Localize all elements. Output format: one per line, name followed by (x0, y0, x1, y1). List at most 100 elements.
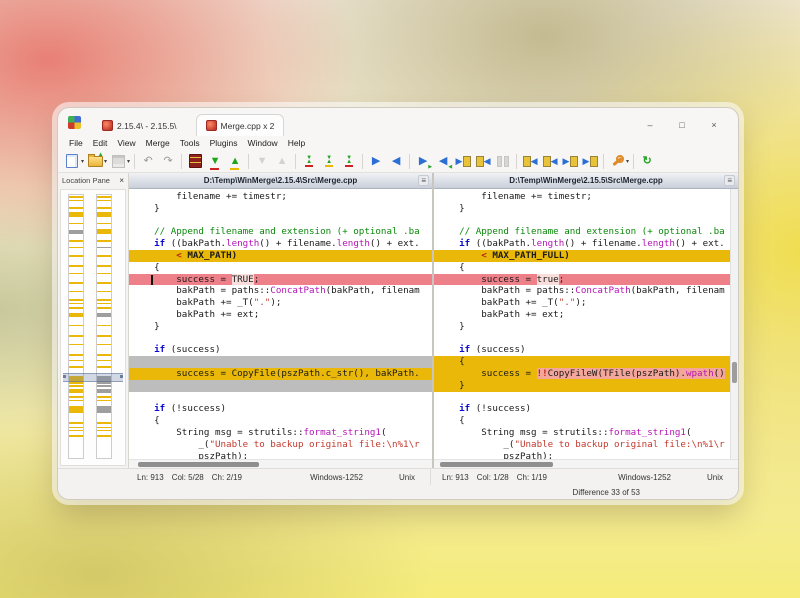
diff-stripe (69, 366, 83, 368)
copy-to-left-icon: ◀ (523, 155, 538, 168)
diff-stripe (69, 247, 83, 248)
options-button[interactable] (607, 152, 627, 171)
header-menu-icon[interactable]: ≡ (724, 175, 735, 186)
copy-left-button[interactable]: ◀ (386, 152, 406, 171)
horizontal-scrollbar-left[interactable] (129, 459, 432, 468)
diff-stripe (69, 354, 83, 356)
diff-stripe (69, 265, 83, 267)
last-difference-button[interactable]: ▼▲ (339, 152, 359, 171)
file-path-right: D:\Temp\WinMerge\2.15.5\Src\Merge.cpp (509, 176, 663, 185)
location-column-right[interactable] (96, 194, 112, 459)
status-right: Ln: 913 Col: 1/28 Ch: 1/19 Windows-1252 … (433, 469, 738, 485)
diff-stripe (97, 214, 111, 217)
code-line: if (!success) (434, 403, 730, 415)
code-line: if (success) (129, 344, 432, 356)
copy-to-right-icon: ▶ (583, 155, 598, 168)
diff-stripe (69, 240, 83, 242)
code-editor-right[interactable]: filename += timestr; } // Append filenam… (434, 189, 730, 459)
menu-file[interactable]: File (64, 137, 88, 149)
scrollbar-thumb[interactable] (440, 462, 552, 467)
file-compare-button[interactable] (185, 152, 205, 171)
next-difference-button[interactable]: ▼ (205, 152, 225, 171)
previous-difference-button[interactable]: ▲ (225, 152, 245, 171)
diff-stripe (69, 435, 83, 437)
menu-plugins[interactable]: Plugins (205, 137, 243, 149)
scrollbar-thumb[interactable] (138, 462, 259, 467)
encoding-indicator: Windows-1252 (306, 473, 367, 482)
line-indicator: Ln: 913 (133, 473, 168, 482)
save-button[interactable] (108, 152, 128, 171)
code-line (129, 333, 432, 345)
copy-right-advance-button[interactable]: ▶▶ (413, 152, 433, 171)
folder-compare-tab-icon (102, 120, 113, 131)
new-file-button[interactable] (62, 152, 82, 171)
copy-all-left-button[interactable]: ◀ (473, 152, 493, 171)
scrollbar-thumb[interactable] (732, 362, 737, 384)
auto-merge-button[interactable] (493, 152, 513, 171)
save-icon (112, 155, 125, 168)
toolbar-separator (134, 154, 135, 169)
diff-stripe (97, 427, 111, 428)
copy-left-advance-button[interactable]: ◀◀ (433, 152, 453, 171)
diff-stripe (97, 200, 111, 201)
diff-stripe (97, 247, 111, 248)
previous-conflict-button[interactable]: ▲ (272, 152, 292, 171)
menu-view[interactable]: View (112, 137, 140, 149)
code-line: if (!success) (129, 403, 432, 415)
first-difference-icon: ▼▲ (305, 156, 313, 167)
code-line: String msg = strutils::format_string1( (129, 427, 432, 439)
tab-label: Merge.cpp x 2 (221, 121, 275, 131)
auto-merge-icon (497, 156, 509, 167)
main-status-bar: Difference 33 of 53 (58, 485, 738, 499)
diff-stripe (97, 307, 111, 309)
undo-button[interactable]: ↶ (138, 152, 158, 171)
location-view-indicator[interactable] (63, 373, 123, 382)
current-difference-button[interactable]: ▼▲ (319, 152, 339, 171)
copy-from-left-button[interactable]: ◀ (540, 152, 560, 171)
code-line: bakPath += _T("."); (129, 297, 432, 309)
file-compare-tab-icon (206, 120, 217, 131)
code-editor-left[interactable]: filename += timestr; } // Append filenam… (129, 189, 432, 459)
status-left: Ln: 913 Col: 5/28 Ch: 2/19 Windows-1252 … (128, 469, 431, 485)
close-button[interactable]: × (698, 120, 730, 130)
redo-button[interactable]: ↷ (158, 152, 178, 171)
vertical-scrollbar-right[interactable] (730, 189, 738, 459)
diff-stripe (97, 385, 111, 387)
code-line: pszPath); (434, 451, 730, 459)
copy-from-right-icon: ▶ (563, 155, 578, 168)
refresh-button[interactable]: ↻ (637, 152, 657, 171)
open-button[interactable] (85, 152, 105, 171)
pane-status-bar: Ln: 913 Col: 5/28 Ch: 2/19 Windows-1252 … (58, 468, 738, 485)
location-column-left[interactable] (68, 194, 84, 459)
previous-difference-icon: ▲ (230, 156, 241, 167)
copy-from-right-button[interactable]: ▶ (560, 152, 580, 171)
diff-stripe (69, 389, 83, 393)
menu-window[interactable]: Window (242, 137, 282, 149)
new-file-icon (66, 154, 78, 168)
copy-all-right-button[interactable]: ▶ (453, 152, 473, 171)
next-conflict-button[interactable]: ▼ (252, 152, 272, 171)
code-line: bakPath = paths::ConcatPath(bakPath, fil… (434, 285, 730, 297)
first-difference-button[interactable]: ▼▲ (299, 152, 319, 171)
location-pane-close-icon[interactable]: × (119, 176, 124, 185)
copy-right-button[interactable]: ▶ (366, 152, 386, 171)
code-line: < MAX_PATH_FULL) (434, 250, 730, 262)
header-menu-icon[interactable]: ≡ (418, 175, 429, 186)
copy-to-left-button[interactable]: ◀ (520, 152, 540, 171)
menu-help[interactable]: Help (283, 137, 310, 149)
menu-tools[interactable]: Tools (175, 137, 205, 149)
horizontal-scrollbar-right[interactable] (434, 459, 738, 468)
diff-stripe (69, 307, 83, 309)
copy-to-right-button[interactable]: ▶ (580, 152, 600, 171)
file-pane-right: D:\Temp\WinMerge\2.15.5\Src\Merge.cpp ≡ … (434, 173, 738, 468)
tab-file-compare[interactable]: Merge.cpp x 2 (196, 114, 285, 136)
menu-merge[interactable]: Merge (141, 137, 175, 149)
maximize-button[interactable]: □ (666, 120, 698, 130)
code-line (129, 380, 432, 392)
location-pane-map[interactable] (60, 189, 126, 466)
minimize-button[interactable]: – (634, 120, 666, 130)
column-indicator: Col: 5/28 (168, 473, 208, 482)
menu-edit[interactable]: Edit (88, 137, 113, 149)
tab-folder-compare[interactable]: 2.15.4\ - 2.15.5\ (93, 115, 186, 136)
char-indicator: Ch: 2/19 (208, 473, 246, 482)
